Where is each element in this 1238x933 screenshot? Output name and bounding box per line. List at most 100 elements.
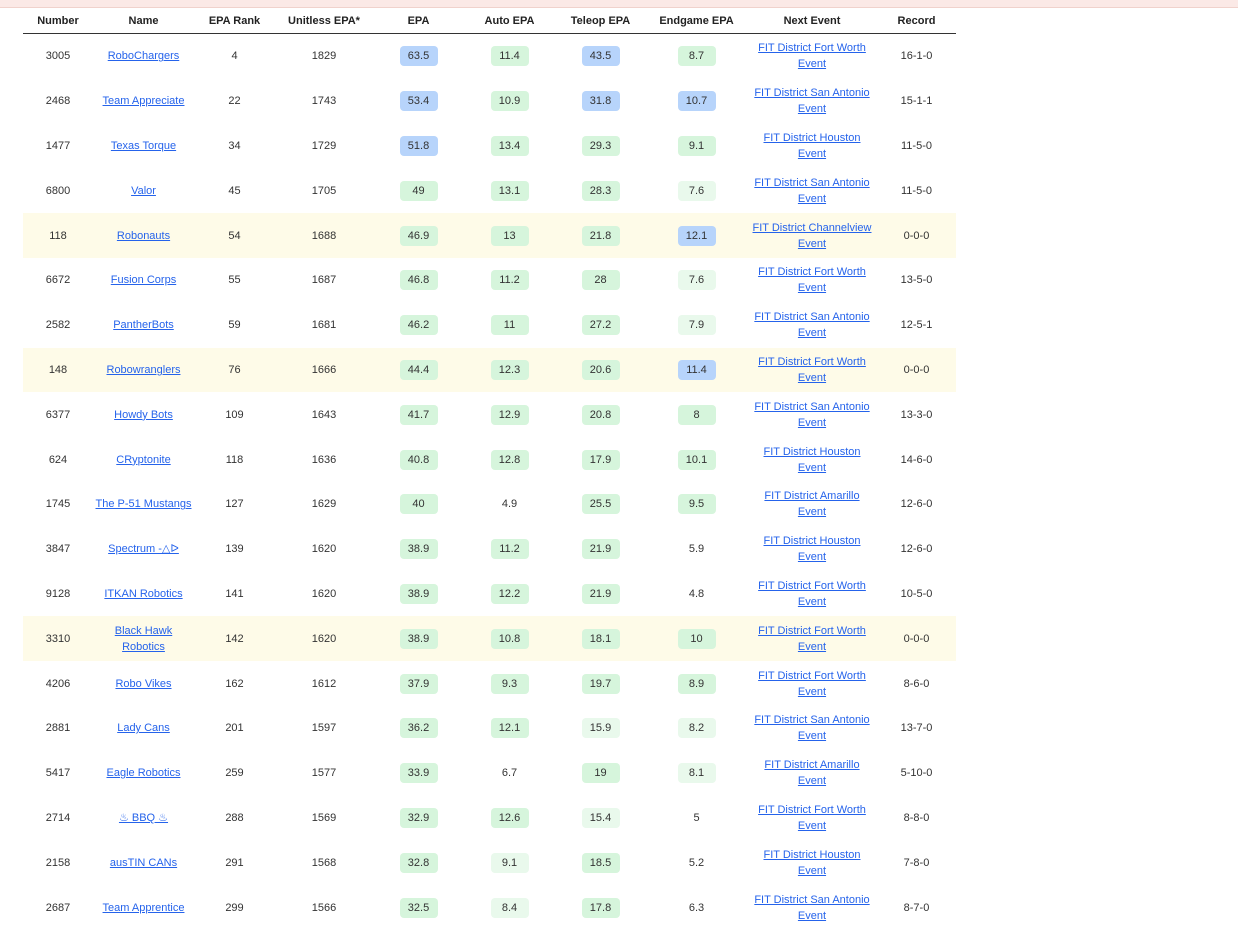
table-row: 3310 Black Hawk Robotics 142 1620 38.9 10.8 18… bbox=[23, 616, 956, 662]
col-header-teleop-epa[interactable]: Teleop EPA bbox=[555, 8, 646, 34]
next-event-link[interactable]: FIT District San Antonio Event bbox=[752, 399, 872, 431]
epa-rank: 118 bbox=[225, 453, 244, 466]
next-event-link[interactable]: FIT District San Antonio Event bbox=[752, 892, 872, 924]
teleop-epa-cell: 29.3 bbox=[555, 124, 646, 169]
epa-cell: 32.5 bbox=[373, 885, 464, 930]
teleop-epa-cell: 19 bbox=[555, 751, 646, 796]
team-name-link[interactable]: Texas Torque bbox=[111, 138, 176, 154]
next-event-link[interactable]: FIT District Amarillo Event bbox=[752, 757, 872, 789]
team-name-link[interactable]: Team Appreciate bbox=[103, 93, 185, 109]
next-event-link[interactable]: FIT District San Antonio Event bbox=[752, 175, 872, 207]
next-event-link[interactable]: FIT District Fort Worth Event bbox=[752, 623, 872, 655]
col-header-epa-rank[interactable]: EPA Rank bbox=[194, 8, 275, 34]
col-header-unitless-epa[interactable]: Unitless EPA* bbox=[275, 8, 373, 34]
next-event-link[interactable]: FIT District Fort Worth Event bbox=[752, 354, 872, 386]
next-event-link[interactable]: FIT District Fort Worth Event bbox=[752, 264, 872, 296]
teleop-epa-cell: 20.6 bbox=[555, 347, 646, 393]
col-header-endgame-epa[interactable]: Endgame EPA bbox=[646, 8, 747, 34]
epa-value: 33.9 bbox=[399, 763, 438, 784]
endgame-epa-cell: 5.2 bbox=[646, 840, 747, 885]
team-name-link[interactable]: The P-51 Mustangs bbox=[96, 496, 192, 512]
next-event-link[interactable]: FIT District San Antonio Event bbox=[752, 712, 872, 744]
next-event-link[interactable]: FIT District San Antonio Event bbox=[752, 85, 872, 117]
auto-epa-value: 11.2 bbox=[490, 270, 529, 291]
team-name-link[interactable]: Robo Vikes bbox=[115, 676, 171, 692]
team-name-link[interactable]: Team Apprentice bbox=[103, 900, 185, 916]
team-name-link[interactable]: Black Hawk Robotics bbox=[93, 623, 194, 655]
next-event-link[interactable]: FIT District Houston Event bbox=[752, 444, 872, 476]
endgame-epa-value: 7.6 bbox=[677, 270, 716, 291]
unitless-epa: 1568 bbox=[311, 856, 337, 869]
unitless-epa: 1681 bbox=[311, 319, 337, 332]
epa-rank: 109 bbox=[225, 408, 244, 421]
teleop-epa-value: 21.9 bbox=[581, 539, 620, 560]
team-name-link[interactable]: ausTIN CANs bbox=[110, 855, 177, 871]
team-name-cell: Eagle Robotics bbox=[93, 751, 194, 796]
team-name-link[interactable]: Spectrum -△ᐅ bbox=[108, 541, 179, 557]
team-number: 9128 bbox=[45, 587, 71, 600]
team-number: 4206 bbox=[45, 677, 71, 690]
epa-rank: 22 bbox=[228, 95, 241, 108]
next-event-link[interactable]: FIT District Houston Event bbox=[752, 533, 872, 565]
next-event-link[interactable]: FIT District Fort Worth Event bbox=[752, 578, 872, 610]
col-header-record[interactable]: Record bbox=[877, 8, 956, 34]
unitless-epa: 1729 bbox=[311, 139, 337, 152]
next-event-link[interactable]: FIT District Fort Worth Event bbox=[752, 668, 872, 700]
team-name-link[interactable]: Fusion Corps bbox=[111, 272, 176, 288]
col-header-name[interactable]: Name bbox=[93, 8, 194, 34]
next-event-link[interactable]: FIT District Fort Worth Event bbox=[752, 802, 872, 834]
team-name-link[interactable]: Lady Cans bbox=[117, 720, 170, 736]
col-header-next-event[interactable]: Next Event bbox=[747, 8, 877, 34]
epa-cell: 38.9 bbox=[373, 527, 464, 572]
team-name-link[interactable]: CRyptonite bbox=[116, 452, 170, 468]
team-name-link[interactable]: Eagle Robotics bbox=[107, 765, 181, 781]
epa-value: 46.8 bbox=[399, 270, 438, 291]
team-name-link[interactable]: ♨ BBQ ♨ bbox=[119, 810, 168, 826]
epa-cell: 40.8 bbox=[373, 437, 464, 482]
col-header-auto-epa[interactable]: Auto EPA bbox=[464, 8, 555, 34]
next-event-link[interactable]: FIT District Houston Event bbox=[752, 130, 872, 162]
next-event-link[interactable]: FIT District Houston Event bbox=[752, 847, 872, 879]
team-name-link[interactable]: PantherBots bbox=[113, 317, 174, 333]
auto-epa-cell: 13.1 bbox=[464, 168, 555, 213]
record: 0-0-0 bbox=[877, 347, 956, 393]
col-header-number[interactable]: Number bbox=[23, 8, 93, 34]
auto-epa-cell: 12.9 bbox=[464, 392, 555, 437]
teleop-epa-value: 43.5 bbox=[581, 46, 620, 67]
next-event-link[interactable]: FIT District San Antonio Event bbox=[752, 309, 872, 341]
record: 13-7-0 bbox=[900, 722, 933, 735]
next-event-link[interactable]: FIT District Amarillo Event bbox=[752, 488, 872, 520]
epa-rank: 127 bbox=[225, 498, 244, 511]
record: 13-5-0 bbox=[900, 274, 933, 287]
team-name-link[interactable]: Robowranglers bbox=[107, 362, 181, 378]
team-name-cell: The P-51 Mustangs bbox=[93, 482, 194, 527]
col-header-epa[interactable]: EPA bbox=[373, 8, 464, 34]
epa-rank: 299 bbox=[225, 901, 244, 914]
team-name-link[interactable]: Robonauts bbox=[117, 228, 170, 244]
next-event-cell: FIT District San Antonio Event bbox=[747, 885, 877, 930]
auto-epa-cell: 4.9 bbox=[464, 482, 555, 527]
team-number: 624 bbox=[48, 453, 68, 466]
auto-epa-value: 13.1 bbox=[490, 180, 529, 201]
table-row: 2687 Team Apprentice 299 1566 32.5 8.4 17.8 6.3… bbox=[23, 885, 956, 930]
next-event-link[interactable]: FIT District Fort Worth Event bbox=[752, 40, 872, 72]
epa-value: 46.2 bbox=[399, 315, 438, 336]
team-name-link[interactable]: Valor bbox=[131, 183, 156, 199]
epa-rank: 45 bbox=[228, 184, 241, 197]
team-name-link[interactable]: RoboChargers bbox=[108, 48, 180, 64]
team-name-cell: Valor bbox=[93, 168, 194, 213]
team-name-link[interactable]: Howdy Bots bbox=[114, 407, 173, 423]
epa-value: 38.9 bbox=[399, 628, 438, 649]
epa-rank: 54 bbox=[194, 213, 275, 258]
teleop-epa-cell: 28 bbox=[555, 258, 646, 303]
endgame-epa-cell: 12.1 bbox=[646, 213, 747, 258]
team-name-link[interactable]: ITKAN Robotics bbox=[104, 586, 182, 602]
epa-cell: 51.8 bbox=[373, 124, 464, 169]
auto-epa-cell: 13 bbox=[464, 213, 555, 258]
next-event-cell: FIT District Amarillo Event bbox=[747, 482, 877, 527]
table-row: 148 Robowranglers 76 1666 44.4 12.3 20.6 11.4 FI… bbox=[23, 347, 956, 393]
auto-epa-cell: 13.4 bbox=[464, 124, 555, 169]
auto-epa-value: 9.3 bbox=[490, 673, 529, 694]
next-event-link[interactable]: FIT District Channelview Event bbox=[752, 220, 872, 252]
teleop-epa-value: 18.1 bbox=[581, 628, 620, 649]
